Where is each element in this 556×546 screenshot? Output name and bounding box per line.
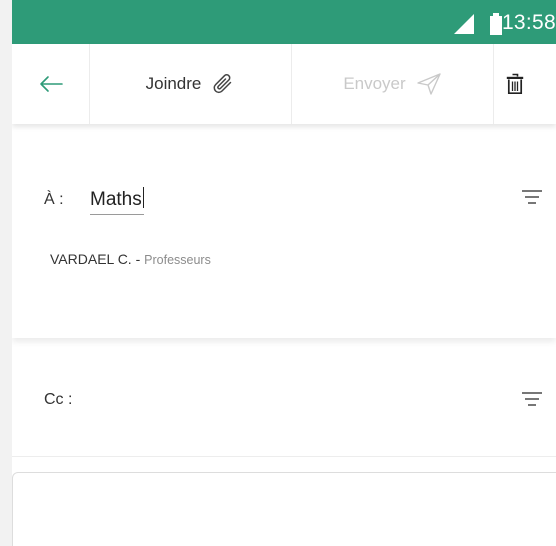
signal-icon [454,14,474,34]
status-bar: 13:58 [12,0,556,44]
cc-label: Cc : [44,391,73,408]
status-time: 13:58 [501,11,556,34]
attach-label: Joindre [145,74,202,93]
to-label: À : [44,191,64,208]
compose-screen: 13:58 Joindre Envoyer À: Maths VARDAEL … [12,0,556,546]
recipient-suggestion[interactable]: VARDAEL C. - Professeurs [50,251,211,267]
battery-icon [490,13,502,35]
send-label: Envoyer [343,74,406,93]
send-icon [416,73,441,95]
text-cursor [142,187,144,208]
to-input-text: Maths [90,189,142,210]
attach-button[interactable]: Joindre [90,44,292,124]
compose-toolbar: Joindre Envoyer [12,44,556,124]
filter-icon[interactable] [522,392,542,406]
send-button[interactable]: Envoyer [292,44,494,124]
trash-icon [506,73,524,95]
recipient-card: À : Maths VARDAEL C. - Professeurs [12,124,556,338]
back-button[interactable] [12,44,90,124]
delete-button[interactable] [494,44,556,124]
cc-row[interactable]: Cc : [12,338,556,457]
to-input[interactable]: Maths [90,187,144,215]
filter-icon[interactable] [522,190,542,204]
suggestion-name: VARDAEL C. - [50,251,141,267]
message-input[interactable] [12,472,556,546]
suggestion-role: Professeurs [144,253,211,267]
paperclip-icon [213,74,232,94]
arrow-left-icon [39,76,63,92]
